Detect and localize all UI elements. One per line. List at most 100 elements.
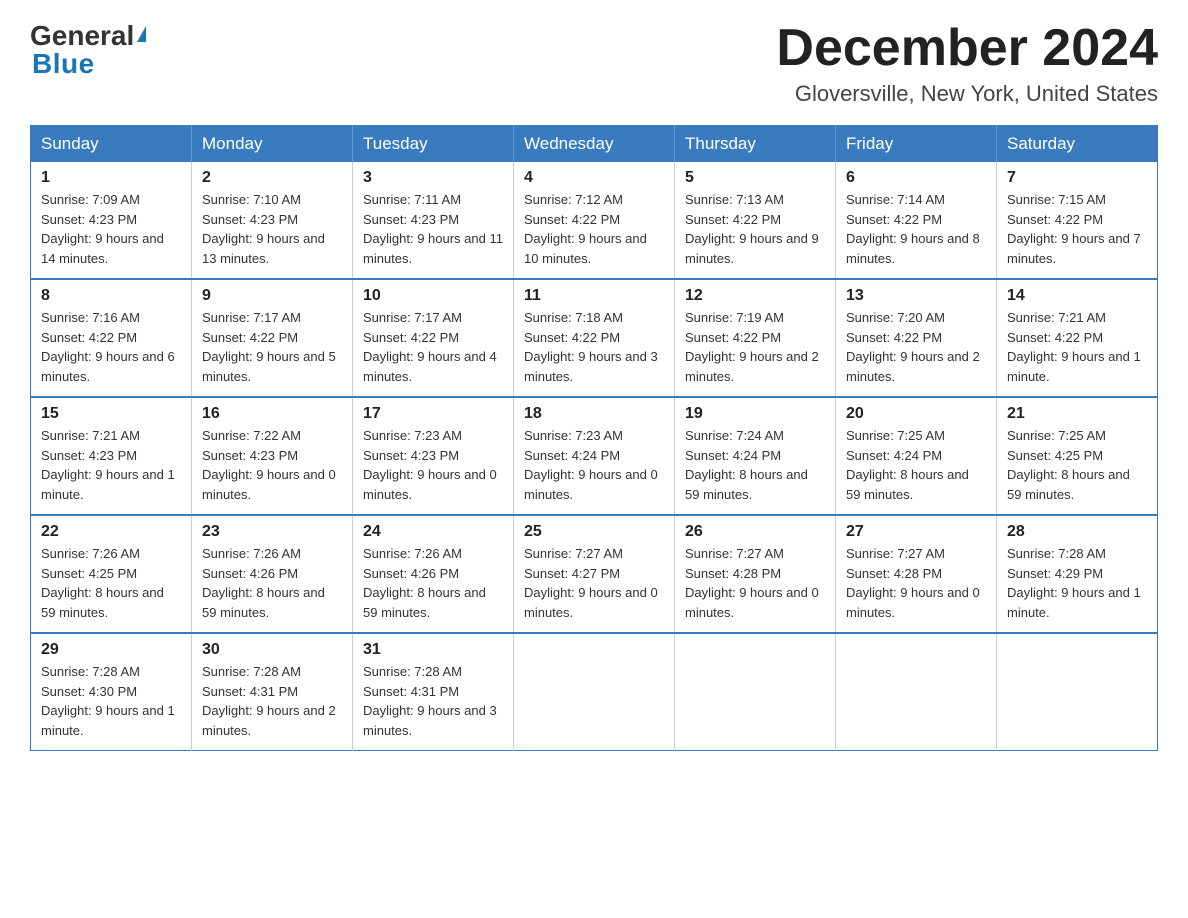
- calendar-cell: 11 Sunrise: 7:18 AMSunset: 4:22 PMDaylig…: [514, 279, 675, 397]
- calendar-cell: 1 Sunrise: 7:09 AMSunset: 4:23 PMDayligh…: [31, 162, 192, 279]
- calendar-cell: 28 Sunrise: 7:28 AMSunset: 4:29 PMDaylig…: [997, 515, 1158, 633]
- calendar-cell: 13 Sunrise: 7:20 AMSunset: 4:22 PMDaylig…: [836, 279, 997, 397]
- calendar-cell: 22 Sunrise: 7:26 AMSunset: 4:25 PMDaylig…: [31, 515, 192, 633]
- calendar-cell: [836, 633, 997, 751]
- day-info: Sunrise: 7:11 AMSunset: 4:23 PMDaylight:…: [363, 192, 503, 266]
- header-thursday: Thursday: [675, 126, 836, 163]
- calendar-cell: 6 Sunrise: 7:14 AMSunset: 4:22 PMDayligh…: [836, 162, 997, 279]
- day-info: Sunrise: 7:26 AMSunset: 4:26 PMDaylight:…: [202, 546, 325, 620]
- day-number: 4: [524, 169, 664, 187]
- calendar-cell: 3 Sunrise: 7:11 AMSunset: 4:23 PMDayligh…: [353, 162, 514, 279]
- day-info: Sunrise: 7:27 AMSunset: 4:28 PMDaylight:…: [846, 546, 980, 620]
- day-number: 20: [846, 405, 986, 423]
- day-info: Sunrise: 7:10 AMSunset: 4:23 PMDaylight:…: [202, 192, 325, 266]
- page-header: General Blue December 2024 Gloversville,…: [30, 20, 1158, 107]
- logo-triangle-icon: [137, 26, 146, 42]
- day-number: 6: [846, 169, 986, 187]
- week-row-3: 15 Sunrise: 7:21 AMSunset: 4:23 PMDaylig…: [31, 397, 1158, 515]
- header-sunday: Sunday: [31, 126, 192, 163]
- day-number: 14: [1007, 287, 1147, 305]
- calendar-cell: 2 Sunrise: 7:10 AMSunset: 4:23 PMDayligh…: [192, 162, 353, 279]
- day-info: Sunrise: 7:17 AMSunset: 4:22 PMDaylight:…: [363, 310, 497, 384]
- day-info: Sunrise: 7:26 AMSunset: 4:26 PMDaylight:…: [363, 546, 486, 620]
- day-info: Sunrise: 7:14 AMSunset: 4:22 PMDaylight:…: [846, 192, 980, 266]
- day-number: 25: [524, 523, 664, 541]
- calendar-cell: 29 Sunrise: 7:28 AMSunset: 4:30 PMDaylig…: [31, 633, 192, 751]
- day-number: 17: [363, 405, 503, 423]
- day-info: Sunrise: 7:12 AMSunset: 4:22 PMDaylight:…: [524, 192, 647, 266]
- day-number: 26: [685, 523, 825, 541]
- day-number: 9: [202, 287, 342, 305]
- day-info: Sunrise: 7:25 AMSunset: 4:24 PMDaylight:…: [846, 428, 969, 502]
- calendar-cell: 18 Sunrise: 7:23 AMSunset: 4:24 PMDaylig…: [514, 397, 675, 515]
- day-number: 10: [363, 287, 503, 305]
- day-number: 18: [524, 405, 664, 423]
- calendar-cell: 14 Sunrise: 7:21 AMSunset: 4:22 PMDaylig…: [997, 279, 1158, 397]
- logo: General Blue: [30, 20, 146, 80]
- calendar-cell: 10 Sunrise: 7:17 AMSunset: 4:22 PMDaylig…: [353, 279, 514, 397]
- day-info: Sunrise: 7:26 AMSunset: 4:25 PMDaylight:…: [41, 546, 164, 620]
- day-info: Sunrise: 7:17 AMSunset: 4:22 PMDaylight:…: [202, 310, 336, 384]
- day-info: Sunrise: 7:18 AMSunset: 4:22 PMDaylight:…: [524, 310, 658, 384]
- day-number: 1: [41, 169, 181, 187]
- week-row-5: 29 Sunrise: 7:28 AMSunset: 4:30 PMDaylig…: [31, 633, 1158, 751]
- header-friday: Friday: [836, 126, 997, 163]
- calendar-cell: 31 Sunrise: 7:28 AMSunset: 4:31 PMDaylig…: [353, 633, 514, 751]
- day-info: Sunrise: 7:28 AMSunset: 4:31 PMDaylight:…: [202, 664, 336, 738]
- day-info: Sunrise: 7:23 AMSunset: 4:23 PMDaylight:…: [363, 428, 497, 502]
- week-row-2: 8 Sunrise: 7:16 AMSunset: 4:22 PMDayligh…: [31, 279, 1158, 397]
- calendar-cell: [997, 633, 1158, 751]
- calendar-subtitle: Gloversville, New York, United States: [776, 81, 1158, 107]
- calendar-table: SundayMondayTuesdayWednesdayThursdayFrid…: [30, 125, 1158, 751]
- day-number: 21: [1007, 405, 1147, 423]
- day-number: 15: [41, 405, 181, 423]
- calendar-header-row: SundayMondayTuesdayWednesdayThursdayFrid…: [31, 126, 1158, 163]
- calendar-cell: 26 Sunrise: 7:27 AMSunset: 4:28 PMDaylig…: [675, 515, 836, 633]
- day-info: Sunrise: 7:21 AMSunset: 4:22 PMDaylight:…: [1007, 310, 1141, 384]
- calendar-cell: 7 Sunrise: 7:15 AMSunset: 4:22 PMDayligh…: [997, 162, 1158, 279]
- header-tuesday: Tuesday: [353, 126, 514, 163]
- day-number: 30: [202, 641, 342, 659]
- calendar-cell: 15 Sunrise: 7:21 AMSunset: 4:23 PMDaylig…: [31, 397, 192, 515]
- day-info: Sunrise: 7:19 AMSunset: 4:22 PMDaylight:…: [685, 310, 819, 384]
- day-info: Sunrise: 7:27 AMSunset: 4:27 PMDaylight:…: [524, 546, 658, 620]
- calendar-cell: [514, 633, 675, 751]
- day-info: Sunrise: 7:28 AMSunset: 4:30 PMDaylight:…: [41, 664, 175, 738]
- day-number: 3: [363, 169, 503, 187]
- day-info: Sunrise: 7:13 AMSunset: 4:22 PMDaylight:…: [685, 192, 819, 266]
- day-number: 28: [1007, 523, 1147, 541]
- calendar-cell: 24 Sunrise: 7:26 AMSunset: 4:26 PMDaylig…: [353, 515, 514, 633]
- week-row-4: 22 Sunrise: 7:26 AMSunset: 4:25 PMDaylig…: [31, 515, 1158, 633]
- calendar-cell: 17 Sunrise: 7:23 AMSunset: 4:23 PMDaylig…: [353, 397, 514, 515]
- day-info: Sunrise: 7:25 AMSunset: 4:25 PMDaylight:…: [1007, 428, 1130, 502]
- day-number: 2: [202, 169, 342, 187]
- header-saturday: Saturday: [997, 126, 1158, 163]
- day-info: Sunrise: 7:21 AMSunset: 4:23 PMDaylight:…: [41, 428, 175, 502]
- week-row-1: 1 Sunrise: 7:09 AMSunset: 4:23 PMDayligh…: [31, 162, 1158, 279]
- day-info: Sunrise: 7:15 AMSunset: 4:22 PMDaylight:…: [1007, 192, 1141, 266]
- calendar-cell: 5 Sunrise: 7:13 AMSunset: 4:22 PMDayligh…: [675, 162, 836, 279]
- calendar-cell: 4 Sunrise: 7:12 AMSunset: 4:22 PMDayligh…: [514, 162, 675, 279]
- calendar-title: December 2024: [776, 20, 1158, 77]
- day-number: 24: [363, 523, 503, 541]
- day-number: 19: [685, 405, 825, 423]
- day-number: 8: [41, 287, 181, 305]
- day-number: 7: [1007, 169, 1147, 187]
- day-number: 27: [846, 523, 986, 541]
- day-number: 13: [846, 287, 986, 305]
- calendar-cell: 27 Sunrise: 7:27 AMSunset: 4:28 PMDaylig…: [836, 515, 997, 633]
- day-info: Sunrise: 7:16 AMSunset: 4:22 PMDaylight:…: [41, 310, 175, 384]
- calendar-cell: 12 Sunrise: 7:19 AMSunset: 4:22 PMDaylig…: [675, 279, 836, 397]
- day-number: 29: [41, 641, 181, 659]
- day-info: Sunrise: 7:22 AMSunset: 4:23 PMDaylight:…: [202, 428, 336, 502]
- calendar-cell: 23 Sunrise: 7:26 AMSunset: 4:26 PMDaylig…: [192, 515, 353, 633]
- day-info: Sunrise: 7:24 AMSunset: 4:24 PMDaylight:…: [685, 428, 808, 502]
- calendar-cell: 21 Sunrise: 7:25 AMSunset: 4:25 PMDaylig…: [997, 397, 1158, 515]
- day-info: Sunrise: 7:20 AMSunset: 4:22 PMDaylight:…: [846, 310, 980, 384]
- calendar-cell: 19 Sunrise: 7:24 AMSunset: 4:24 PMDaylig…: [675, 397, 836, 515]
- day-info: Sunrise: 7:09 AMSunset: 4:23 PMDaylight:…: [41, 192, 164, 266]
- calendar-cell: 9 Sunrise: 7:17 AMSunset: 4:22 PMDayligh…: [192, 279, 353, 397]
- header-wednesday: Wednesday: [514, 126, 675, 163]
- day-info: Sunrise: 7:23 AMSunset: 4:24 PMDaylight:…: [524, 428, 658, 502]
- logo-blue-text: Blue: [32, 48, 146, 80]
